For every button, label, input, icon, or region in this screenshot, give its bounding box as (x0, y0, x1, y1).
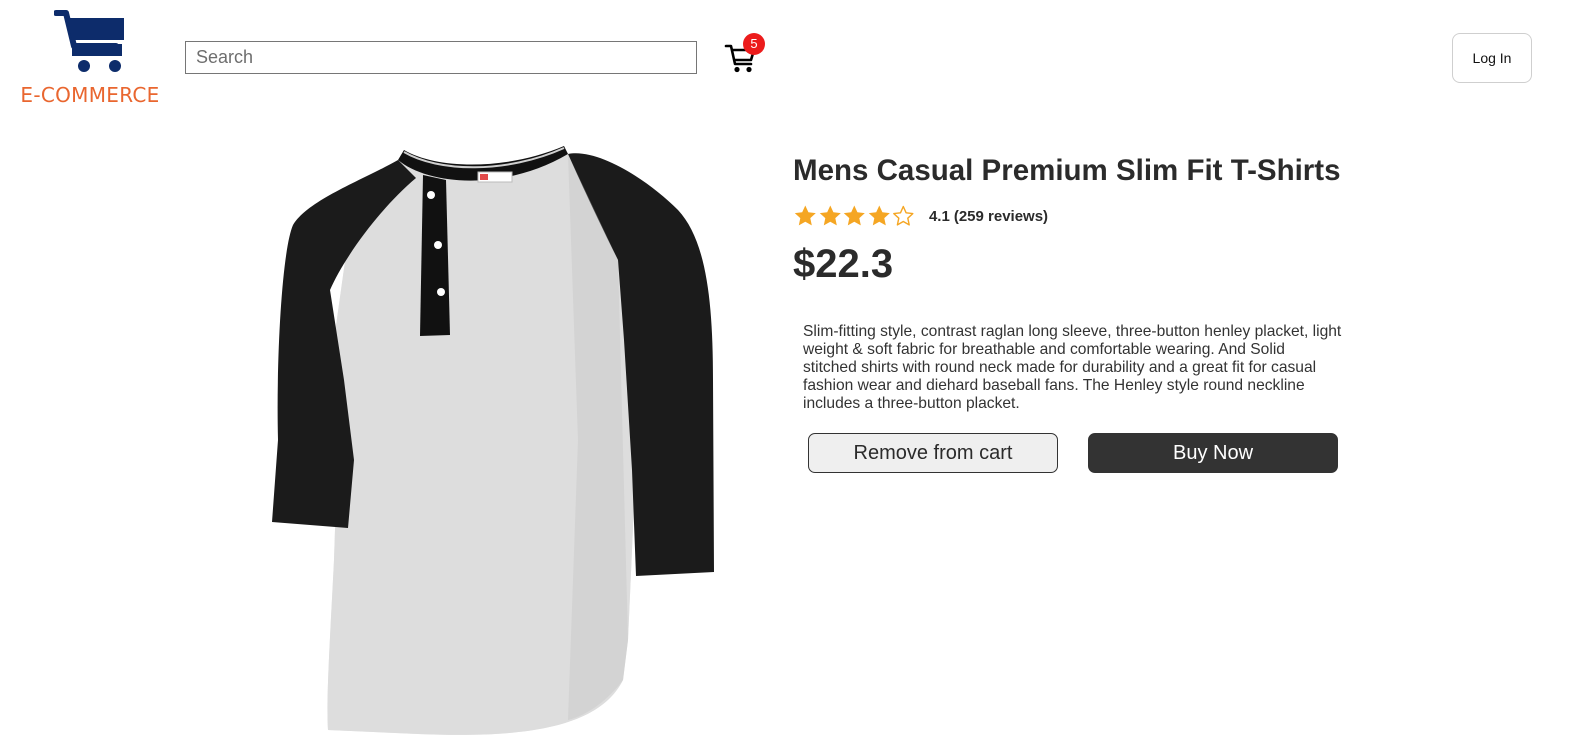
star-filled-icon (868, 205, 890, 226)
remove-from-cart-button[interactable]: Remove from cart (808, 433, 1058, 473)
star-empty-icon (893, 205, 914, 226)
product-image (268, 140, 720, 736)
site-header: E-COMMERCE 5 Log In (0, 0, 1575, 115)
star-filled-icon (843, 205, 865, 226)
cart-count-badge: 5 (743, 33, 765, 55)
star-filled-icon (794, 205, 816, 226)
shopping-cart-logo-icon (54, 10, 124, 72)
buy-now-button[interactable]: Buy Now (1088, 433, 1338, 473)
product-title: Mens Casual Premium Slim Fit T-Shirts (793, 154, 1341, 187)
star-filled-icon (819, 205, 841, 226)
logo[interactable]: E-COMMERCE (14, 10, 166, 107)
product-rating: 4.1 (259 reviews) (793, 202, 1048, 230)
review-count: (259 reviews) (953, 207, 1049, 225)
cart-button[interactable]: 5 (724, 33, 765, 78)
search-input[interactable] (185, 41, 697, 74)
rating-summary: 4.1 (259 reviews) (929, 208, 1048, 225)
rating-value: 4.1 (928, 207, 950, 225)
logo-text: E-COMMERCE (20, 83, 160, 107)
star-rating (793, 204, 916, 228)
product-description: Slim-fitting style, contrast raglan long… (803, 323, 1342, 412)
login-button[interactable]: Log In (1452, 33, 1532, 83)
product-price: $22.3 (793, 242, 894, 286)
